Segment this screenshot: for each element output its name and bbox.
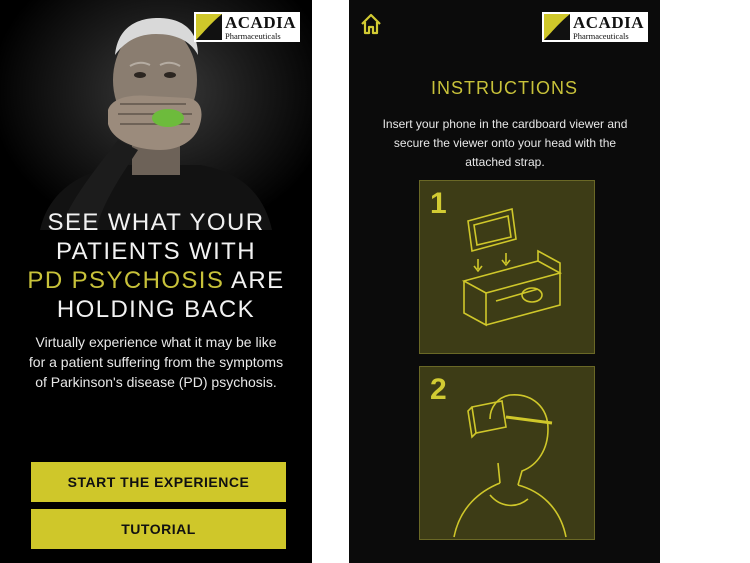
home-icon[interactable] [359, 12, 383, 36]
tutorial-button[interactable]: TUTORIAL [31, 509, 286, 549]
headline: SEE WHAT YOUR PATIENTS WITH PD PSYCHOSIS… [0, 208, 312, 324]
start-experience-button[interactable]: START THE EXPERIENCE [31, 462, 286, 502]
logo-name: ACADIA [225, 13, 296, 32]
acadia-logo-mark-icon [544, 14, 570, 40]
headline-line-4: HOLDING BACK [56, 296, 256, 323]
instructions-title: INSTRUCTIONS [431, 78, 578, 98]
phone-into-cardboard-viewer-icon [461, 207, 563, 327]
person-wearing-viewer-icon [453, 394, 567, 538]
acadia-logo: ACADIA Pharmaceuticals [542, 12, 648, 42]
landing-screen: ACADIA Pharmaceuticals SEE WHAT YOUR PAT… [0, 0, 312, 563]
step-1-card: 1 [419, 180, 595, 354]
logo-subtitle: Pharmaceuticals [573, 31, 629, 41]
headline-line-3: PD PSYCHOSIS ARE [0, 266, 312, 295]
logo-subtitle: Pharmaceuticals [225, 31, 281, 41]
acadia-logo-mark-icon [196, 14, 222, 40]
acadia-logo: ACADIA Pharmaceuticals [194, 12, 300, 42]
step-2-card: 2 [419, 366, 595, 540]
instructions-text: Insert your phone in the cardboard viewe… [382, 117, 628, 169]
headline-line-1: SEE WHAT YOUR [47, 209, 265, 236]
headline-line-2: PATIENTS WITH [56, 238, 256, 265]
headline-line-3-rest: ARE [224, 267, 285, 294]
intro-text: Virtually experience what it may be like… [28, 334, 284, 390]
headline-accent: PD PSYCHOSIS [27, 267, 225, 294]
logo-name: ACADIA [573, 13, 644, 32]
instructions-screen: ACADIA Pharmaceuticals INSTRUCTIONS Inse… [349, 0, 660, 563]
